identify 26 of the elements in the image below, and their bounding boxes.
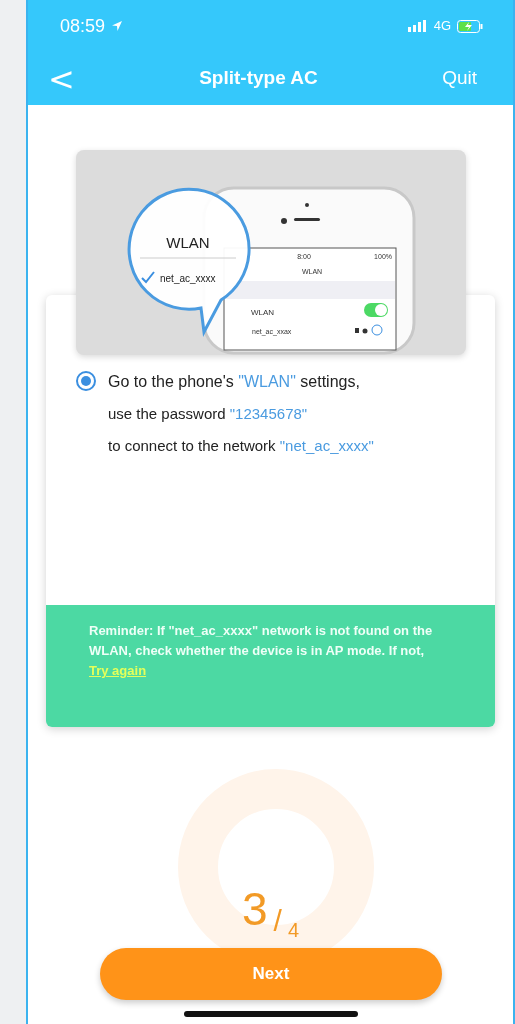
step-separator: / [273,906,282,937]
instruction-text: to connect to the network "net_ac_xxxx" [108,435,374,456]
network-type: 4G [433,17,451,36]
quit-button[interactable]: Quit [436,63,483,94]
phone-sensor [304,203,309,207]
phone-speaker [293,218,320,221]
try-again-link[interactable]: Try again [89,663,147,679]
status-time: 08:59 [60,14,106,38]
bubble-network-name: net_ac_xxxx [159,273,216,284]
page-title: Split-type AC [199,66,318,91]
battery-charging-icon [457,19,483,33]
back-button[interactable]: < [42,62,81,95]
bubble-title: WLAN [165,234,210,251]
wlan-row-label: WLAN [250,308,274,317]
phone-camera [280,218,287,224]
lock-wifi-info-icon [354,324,382,336]
signal-icon [407,20,428,32]
location-arrow-icon [111,20,124,32]
reminder-text: Reminder: If "net_ac_xxxx" network is not found on the WLAN, check whether the device is in AP mode. If not, Try again [46,605,495,728]
instruction-text: Go to the phone's "WLAN" settings, [108,372,361,392]
radio-button[interactable] [76,371,96,391]
check-icon [140,271,155,284]
instruction-text: use the password "12345678" [108,404,309,424]
total-steps: 4 [287,920,300,941]
next-button[interactable]: Next [100,948,442,1000]
current-step: 3 [241,886,268,933]
